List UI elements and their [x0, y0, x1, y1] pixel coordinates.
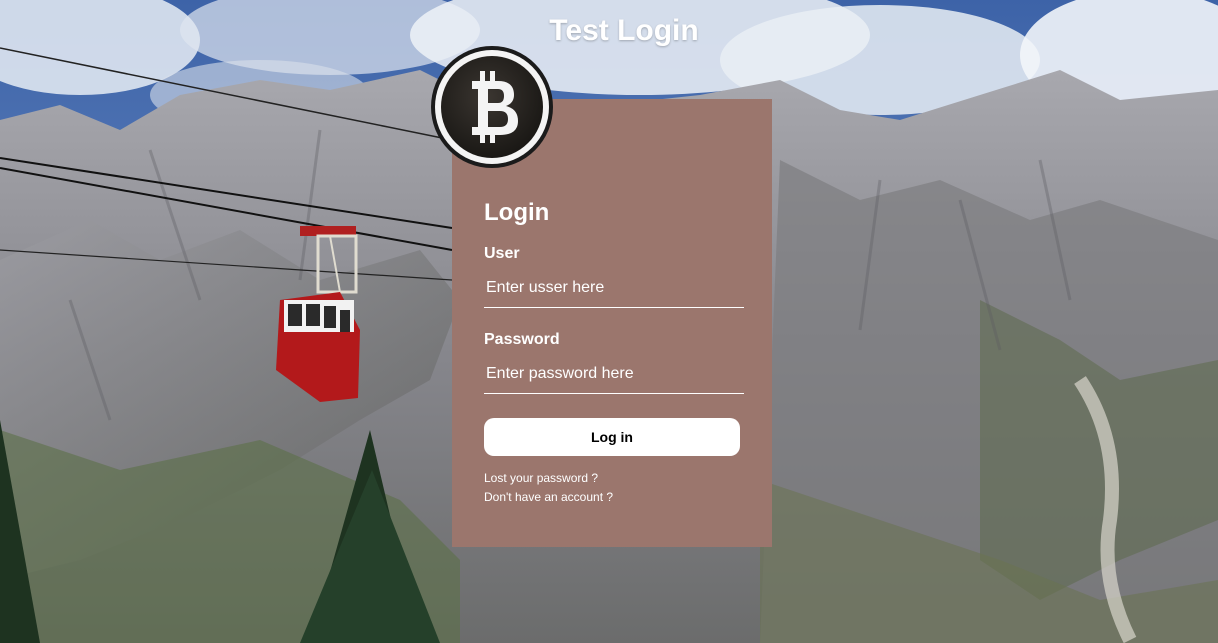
page-title: Test Login: [549, 14, 699, 47]
signup-link[interactable]: Don't have an account ?: [484, 490, 613, 504]
user-input[interactable]: [484, 268, 744, 308]
lost-password-link[interactable]: Lost your password ?: [484, 471, 598, 485]
password-label: Password: [484, 331, 560, 348]
login-page: Test Login Login User Password Log in Lo…: [0, 0, 1218, 643]
login-heading: Login: [484, 199, 550, 226]
password-input[interactable]: [484, 354, 744, 394]
login-button[interactable]: Log in: [484, 418, 740, 456]
user-label: User: [484, 245, 520, 262]
bitcoin-icon: [431, 46, 553, 168]
